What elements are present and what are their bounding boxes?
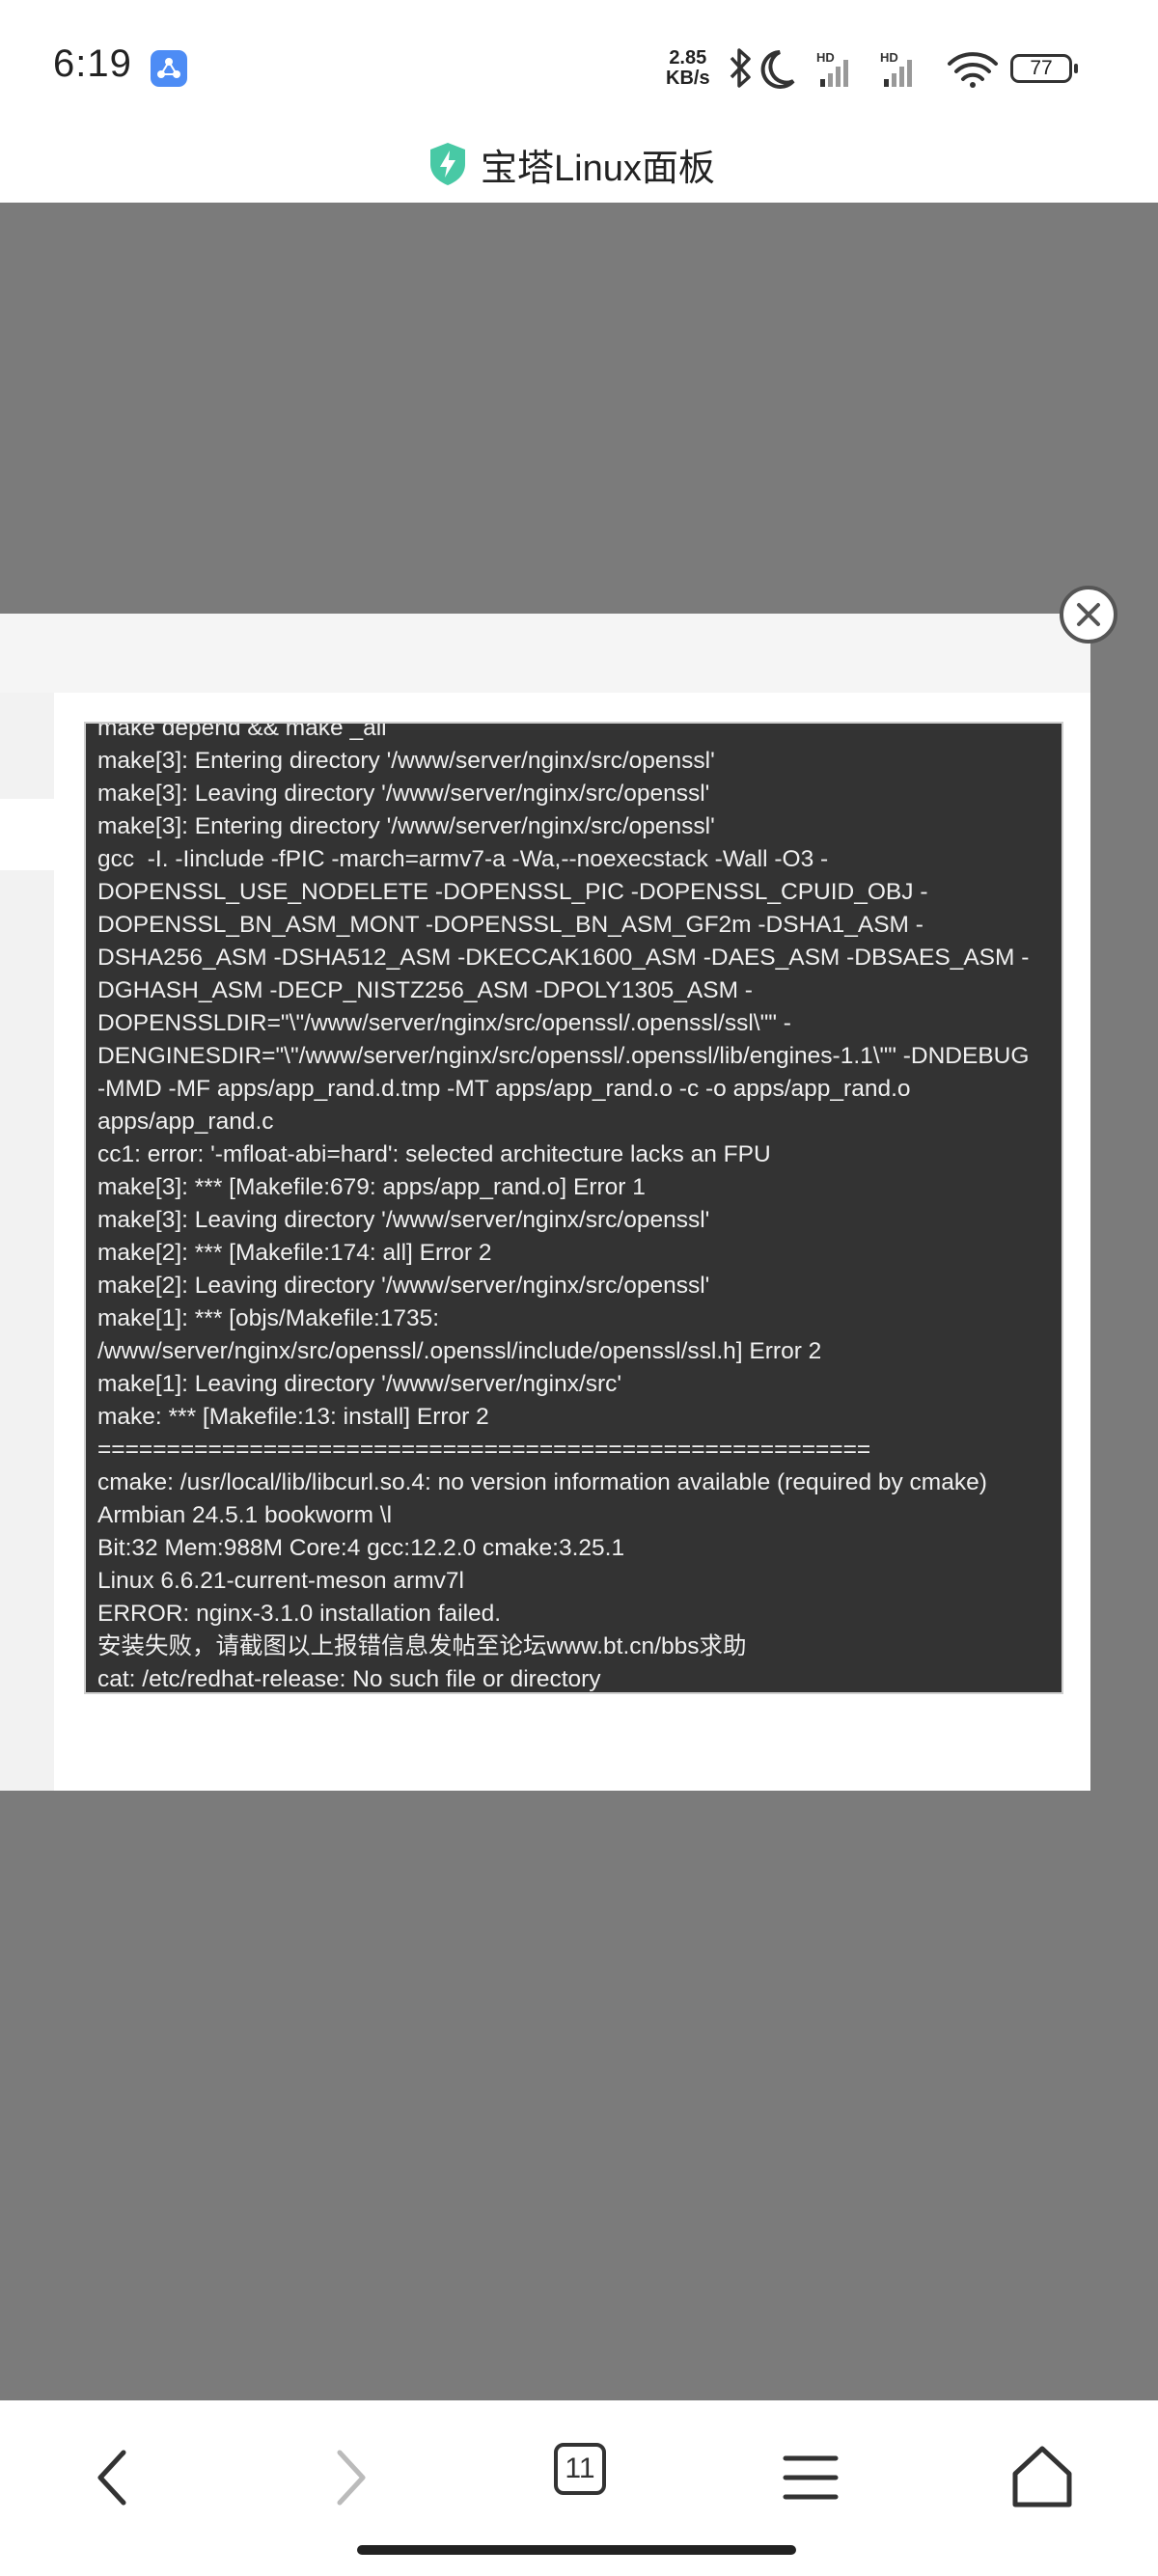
wifi-icon xyxy=(948,52,998,88)
close-icon xyxy=(1077,603,1100,626)
menu-icon xyxy=(783,2455,839,2500)
log-line: Bit:32 Mem:988M Core:4 gcc:12.2.0 cmake:… xyxy=(97,1535,625,1561)
network-speed-value: 2.85 xyxy=(669,47,707,69)
log-line: make[3]: Leaving directory '/www/server/… xyxy=(97,1207,710,1233)
status-icons: HD HD xyxy=(730,48,998,89)
bt-shield-icon xyxy=(430,143,465,185)
moon-icon xyxy=(760,50,795,89)
dialog-sidebar xyxy=(0,693,54,1791)
svg-text:HD: HD xyxy=(816,50,835,65)
log-line: DOPENSSLDIR="\"/www/server/nginx/src/ope… xyxy=(97,1010,791,1036)
log-line: Armbian 24.5.1 bookworm \l xyxy=(97,1502,393,1528)
log-line: make[2]: Leaving directory '/www/server/… xyxy=(97,1273,710,1299)
log-line: make[3]: Entering directory '/www/server… xyxy=(97,748,715,774)
status-time: 6:19 xyxy=(53,42,132,85)
signal-hd-icon: HD xyxy=(880,50,912,87)
log-line: cmake: /usr/local/lib/libcurl.so.4: no v… xyxy=(97,1469,987,1495)
back-icon xyxy=(97,2450,126,2506)
title-bar: 宝塔Linux面板 xyxy=(0,125,1158,203)
forward-button[interactable] xyxy=(311,2439,388,2516)
sidebar-selected-item[interactable] xyxy=(0,799,54,870)
install-log-panel[interactable]: make depend && make _all make[3]: Enterin… xyxy=(84,722,1063,1694)
log-line: DSHA256_ASM -DSHA512_ASM -DKECCAK1600_AS… xyxy=(97,945,1030,971)
back-button[interactable] xyxy=(75,2439,152,2516)
log-line: Linux 6.6.21-current-meson armv7l xyxy=(97,1568,464,1594)
network-speed: 2.85 KB/s xyxy=(666,48,710,89)
log-line: DENGINESDIR="\"/www/server/nginx/src/ope… xyxy=(97,1043,1030,1069)
signal-hd-icon: HD xyxy=(816,50,848,87)
log-line: make[3]: Leaving directory '/www/server/… xyxy=(97,781,710,807)
dialog-header xyxy=(0,614,1090,693)
battery-icon: 77 xyxy=(1010,54,1078,83)
log-line: make[3]: Entering directory '/www/server… xyxy=(97,813,715,839)
log-line: DOPENSSL_BN_ASM_MONT -DOPENSSL_BN_ASM_GF… xyxy=(97,912,924,938)
close-button[interactable] xyxy=(1060,586,1117,644)
forward-icon xyxy=(337,2450,366,2506)
log-line: DGHASH_ASM -DECP_NISTZ256_ASM -DPOLY1305… xyxy=(97,977,753,1003)
log-line: DOPENSSL_USE_NODELETE -DOPENSSL_PIC -DOP… xyxy=(97,879,928,905)
log-lines: make depend && make _all make[3]: Enterin… xyxy=(97,722,1058,1692)
log-line: ========================================… xyxy=(97,1437,871,1463)
network-speed-unit: KB/s xyxy=(666,68,710,89)
log-line: gcc -I. -Iinclude -fPIC -march=armv7-a -… xyxy=(97,846,829,872)
log-line: make: *** [Makefile:13: install] Error 2 xyxy=(97,1404,489,1430)
gesture-home-bar[interactable] xyxy=(357,2545,796,2555)
log-line: -MMD -MF apps/app_rand.d.tmp -MT apps/ap… xyxy=(97,1076,911,1102)
log-line: cc1: error: '-mfloat-abi=hard': selected… xyxy=(97,1141,771,1167)
page-title: 宝塔Linux面板 xyxy=(481,148,715,189)
status-bar: 6:19 2.85 KB/s HD HD 77 xyxy=(0,0,1158,125)
log-line: make[2]: *** [Makefile:174: all] Error 2 xyxy=(97,1240,492,1266)
log-line: 安装失败，请截图以上报错信息发帖至论坛www.bt.cn/bbs求助 xyxy=(97,1633,747,1659)
log-line: cat: /etc/redhat-release: No such file o… xyxy=(97,1666,601,1692)
log-line: ERROR: nginx-3.1.0 installation failed. xyxy=(97,1601,502,1627)
log-line: make[3]: *** [Makefile:679: apps/app_ran… xyxy=(97,1174,646,1200)
svg-text:HD: HD xyxy=(880,50,898,65)
log-line: make depend && make _all xyxy=(97,722,387,741)
bluetooth-icon xyxy=(730,48,751,88)
home-button[interactable] xyxy=(1004,2439,1081,2516)
menu-button[interactable] xyxy=(772,2439,849,2516)
log-line: apps/app_rand.c xyxy=(97,1109,274,1135)
tabs-button[interactable]: 11 xyxy=(554,2443,606,2495)
home-icon xyxy=(1012,2446,1072,2507)
log-line: make[1]: *** [objs/Makefile:1735: xyxy=(97,1305,440,1331)
log-line: /www/server/nginx/src/openssl/.openssl/i… xyxy=(97,1338,822,1364)
log-line: make[1]: Leaving directory '/www/server/… xyxy=(97,1371,622,1397)
app-notification-icon xyxy=(151,50,187,87)
